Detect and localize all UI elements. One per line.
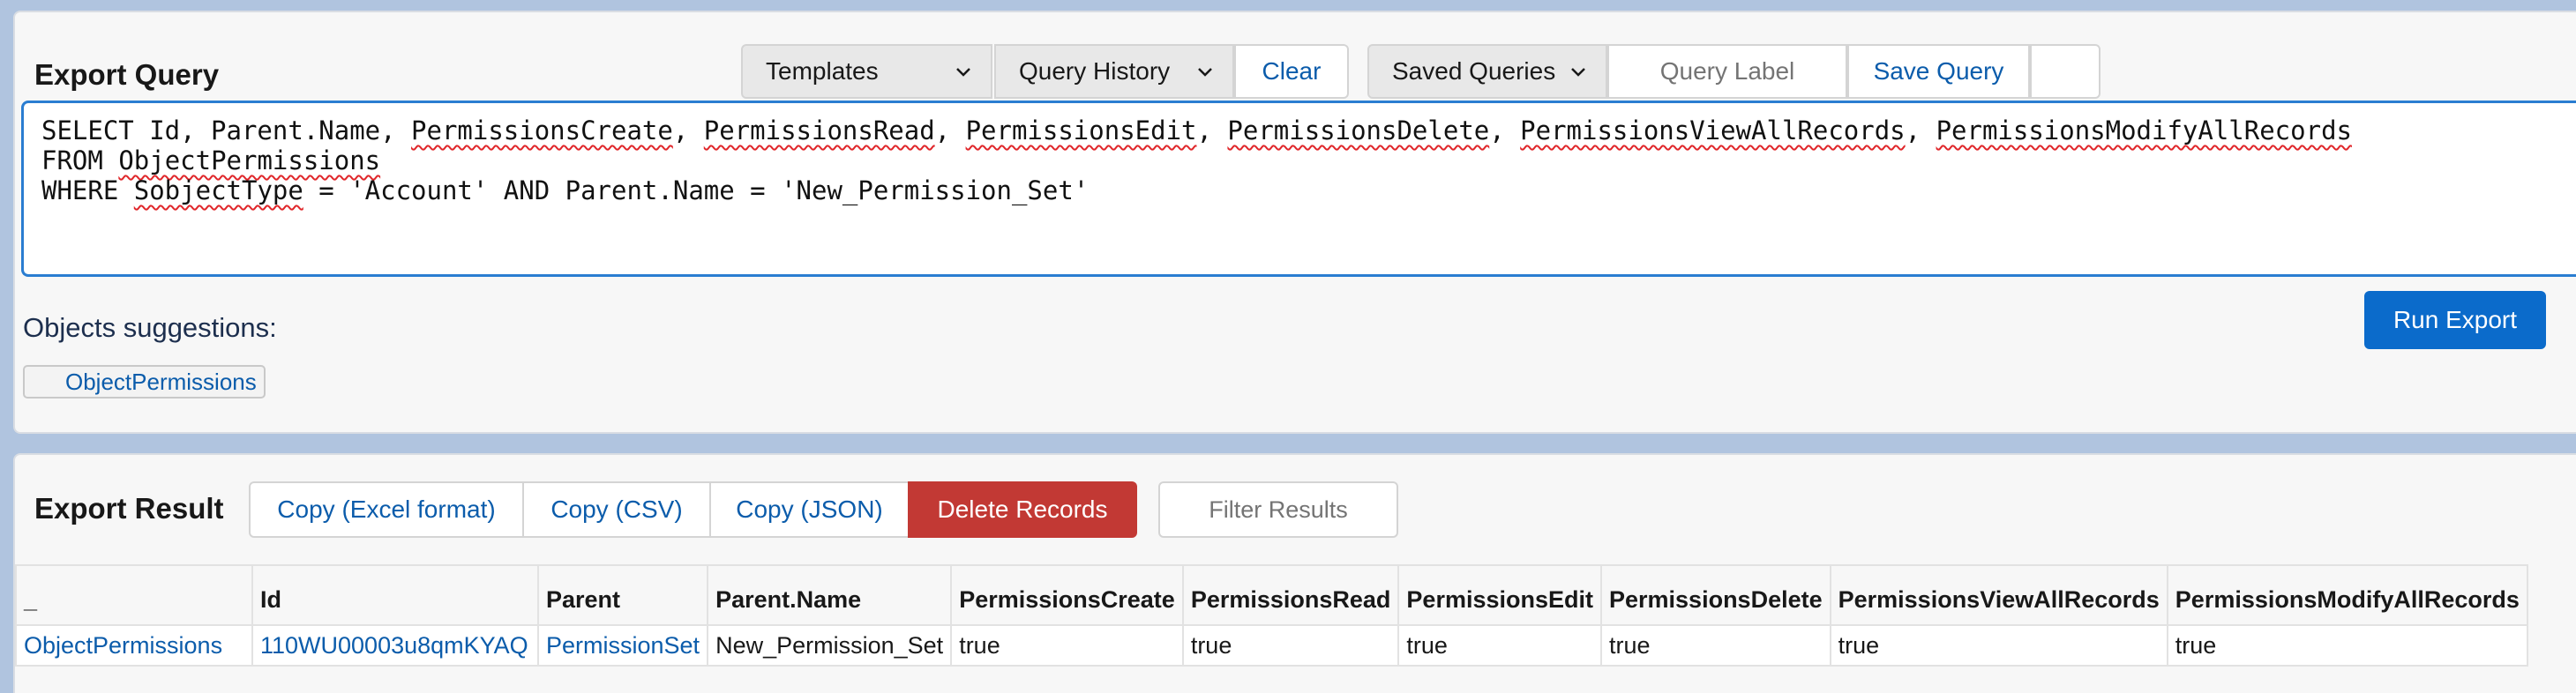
query-line: FROM ObjectPermissions [41,145,2576,175]
table-cell: true [1397,624,1602,667]
spellcheck-token: PermissionsCreate [411,116,673,145]
column-header[interactable]: PermissionsCreate [950,564,1184,626]
query-line: SELECT Id, Parent.Name, PermissionsCreat… [41,116,2576,145]
query-text: FROM [41,145,119,175]
query-text: SELECT Id, Parent.Name, [41,116,412,145]
column-header[interactable]: PermissionsDelete [1600,564,1831,626]
table-cell: true [1181,624,1400,667]
column-header[interactable]: PermissionsEdit [1397,564,1602,626]
spellcheck-token: PermissionsDelete [1227,116,1490,145]
column-header[interactable]: Parent.Name [707,564,953,626]
chevron-down-icon [956,68,970,77]
run-export-button[interactable]: Run Export [2364,291,2546,349]
query-label-input[interactable]: Query Label [1607,44,1847,99]
column-header[interactable]: Parent [536,564,709,626]
query-history-select[interactable]: Query History [994,44,1234,99]
query-text: , [1196,116,1228,145]
templates-select-label: Templates [766,57,879,85]
query-text: , [934,116,966,145]
query-text: , [672,116,704,145]
chevron-down-icon [1198,68,1212,77]
query-text: = 'Account' AND Parent.Name = 'New_Permi… [303,175,1090,205]
filter-results-input[interactable]: Filter Results [1158,481,1398,538]
table-cell-link[interactable]: PermissionSet [536,624,709,667]
export-result-title: Export Result [34,492,224,525]
query-line: WHERE SobjectType = 'Account' AND Parent… [41,175,2576,205]
query-text: , [1489,116,1521,145]
suggestion-object-permissions[interactable]: ObjectPermissions [23,365,266,399]
query-text: WHERE [41,175,134,205]
save-query-extra-button[interactable] [2030,44,2100,99]
spellcheck-token: PermissionsRead [703,116,935,145]
result-table: _ Id Parent Parent.Name PermissionsCreate Per… [15,564,2528,667]
table-cell: true [2166,624,2528,667]
spellcheck-token: SobjectType [133,175,303,205]
column-header[interactable]: PermissionsViewAllRecords [1829,564,2168,626]
query-text: , [1905,116,1936,145]
save-query-button[interactable]: Save Query [1847,44,2030,99]
objects-suggestions-label: Objects suggestions: [23,312,277,343]
table-header-row: _ Id Parent Parent.Name PermissionsCreate Per… [15,564,2528,626]
table-row: ObjectPermissions 110WU00003u8qmKYAQ Permi… [15,624,2528,667]
saved-queries-label: Saved Queries [1392,57,1556,85]
copy-json-button[interactable]: Copy (JSON) [709,481,910,538]
table-cell-link[interactable]: ObjectPermissions [15,624,253,667]
spellcheck-token: PermissionsViewAllRecords [1520,116,1906,145]
spellcheck-token: ObjectPermissions [118,145,381,175]
table-cell: true [950,624,1184,667]
delete-records-button[interactable]: Delete Records [908,481,1137,538]
chevron-down-icon [1571,68,1585,77]
templates-select[interactable]: Templates [741,44,992,99]
spellcheck-token: PermissionsEdit [965,116,1197,145]
column-header[interactable]: PermissionsModifyAllRecords [2166,564,2528,626]
query-history-label: Query History [1019,57,1171,85]
query-editor[interactable]: SELECT Id, Parent.Name, PermissionsCreat… [21,101,2576,277]
export-result-panel: Export Result Copy (Excel format) Copy (… [13,453,2576,693]
export-query-title: Export Query [34,58,220,91]
column-header[interactable]: _ [15,564,253,626]
copy-csv-button[interactable]: Copy (CSV) [522,481,711,538]
column-header[interactable]: PermissionsRead [1181,564,1400,626]
column-header[interactable]: Id [251,564,539,626]
spellcheck-token: PermissionsModifyAllRecords [1936,116,2352,145]
table-cell: New_Permission_Set [707,624,953,667]
copy-excel-button[interactable]: Copy (Excel format) [249,481,524,538]
saved-queries-select[interactable]: Saved Queries [1367,44,1607,99]
table-cell: true [1600,624,1831,667]
clear-button[interactable]: Clear [1234,44,1349,99]
table-cell: true [1829,624,2168,667]
table-cell-link[interactable]: 110WU00003u8qmKYAQ [251,624,539,667]
